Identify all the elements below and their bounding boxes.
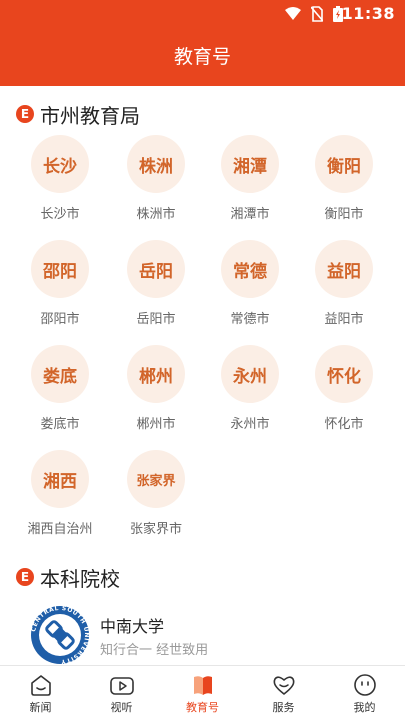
section-header-city-bureaus: E 市州教育局 (16, 101, 140, 128)
e-badge-icon: E (16, 105, 34, 123)
section-header-universities: E 本科院校 (16, 564, 120, 591)
university-logo-icon: CENTRAL SOUTH UNIVERSITY (30, 605, 89, 665)
e-badge-icon: E (16, 568, 34, 586)
city-avatar: 郴州 (127, 345, 185, 403)
city-avatar: 衡阳 (315, 135, 373, 193)
city-avatar: 怀化 (315, 345, 373, 403)
wifi-icon (285, 7, 301, 20)
city-item-yiyang[interactable]: 益阳 益阳市 (296, 240, 392, 327)
tab-label: 新闻 (29, 701, 52, 714)
city-label: 益阳市 (324, 312, 364, 327)
city-label: 邵阳市 (40, 312, 80, 327)
city-item-yueyang[interactable]: 岳阳 岳阳市 (108, 240, 204, 327)
city-avatar: 岳阳 (127, 240, 185, 298)
tab-profile[interactable]: 我的 (324, 666, 405, 720)
city-item-loudi[interactable]: 娄底 娄底市 (12, 345, 108, 432)
home-icon (30, 675, 51, 696)
tab-education[interactable]: 教育号 (162, 666, 243, 720)
tab-service[interactable]: 服务 (243, 666, 324, 720)
city-avatar: 常德 (221, 240, 279, 298)
school-name: 中南大学 (100, 617, 165, 636)
city-label: 湘潭市 (230, 207, 270, 222)
city-avatar: 湘潭 (221, 135, 279, 193)
city-item-yongzhou[interactable]: 永州 永州市 (202, 345, 298, 432)
page-title: 教育号 (173, 46, 231, 68)
section-title: 本科院校 (40, 566, 120, 591)
city-label: 常德市 (230, 312, 270, 327)
status-icons (285, 6, 343, 22)
city-item-chenzhou[interactable]: 郴州 郴州市 (108, 345, 204, 432)
city-item-changde[interactable]: 常德 常德市 (202, 240, 298, 327)
tab-label: 服务 (272, 701, 295, 714)
city-label: 怀化市 (324, 417, 364, 432)
city-label: 娄底市 (40, 417, 80, 432)
city-label: 株洲市 (136, 207, 176, 222)
city-item-shaoyang[interactable]: 邵阳 邵阳市 (12, 240, 108, 327)
status-bar: 11:38 (0, 0, 405, 28)
city-avatar: 株洲 (127, 135, 185, 193)
city-label: 郴州市 (136, 417, 176, 432)
city-item-hengyang[interactable]: 衡阳 衡阳市 (296, 135, 392, 222)
app-header: 11:38 教育号 (0, 0, 405, 86)
tab-label: 教育号 (186, 701, 219, 714)
bottom-tab-bar: 新闻 视听 教育号 服务 我的 (0, 665, 405, 720)
city-item-changsha[interactable]: 长沙 长沙市 (12, 135, 108, 222)
city-item-xiangtan[interactable]: 湘潭 湘潭市 (202, 135, 298, 222)
city-avatar: 张家界 (127, 450, 185, 508)
city-avatar: 长沙 (31, 135, 89, 193)
city-avatar: 益阳 (315, 240, 373, 298)
city-item-huaihua[interactable]: 怀化 怀化市 (296, 345, 392, 432)
tab-news[interactable]: 新闻 (0, 666, 81, 720)
section-title: 市州教育局 (40, 103, 140, 128)
city-label: 张家界市 (129, 522, 182, 537)
city-item-zhangjiajie[interactable]: 张家界 张家界市 (108, 450, 204, 537)
city-label: 永州市 (230, 417, 270, 432)
city-label: 岳阳市 (136, 312, 176, 327)
city-avatar: 邵阳 (31, 240, 89, 298)
tab-video[interactable]: 视听 (81, 666, 162, 720)
heart-icon (273, 676, 294, 695)
city-item-xiangxi[interactable]: 湘西 湘西自治州 (12, 450, 108, 537)
city-avatar: 湘西 (31, 450, 89, 508)
city-label: 衡阳市 (324, 207, 364, 222)
book-icon (193, 676, 212, 695)
city-label: 长沙市 (40, 207, 80, 222)
status-time: 11:38 (341, 4, 395, 23)
no-sim-icon (311, 6, 323, 22)
school-motto: 知行合一 经世致用 (100, 643, 209, 658)
city-avatar: 永州 (221, 345, 279, 403)
city-label: 湘西自治州 (27, 522, 93, 537)
profile-icon (353, 674, 376, 696)
school-item-csu[interactable]: CENTRAL SOUTH UNIVERSITY 中南大学 知行合一 经世致用 (30, 605, 390, 669)
city-avatar: 娄底 (31, 345, 89, 403)
city-item-zhuzhou[interactable]: 株洲 株洲市 (108, 135, 204, 222)
tab-label: 视听 (110, 701, 133, 714)
video-icon (109, 677, 134, 695)
tab-label: 我的 (353, 701, 376, 714)
